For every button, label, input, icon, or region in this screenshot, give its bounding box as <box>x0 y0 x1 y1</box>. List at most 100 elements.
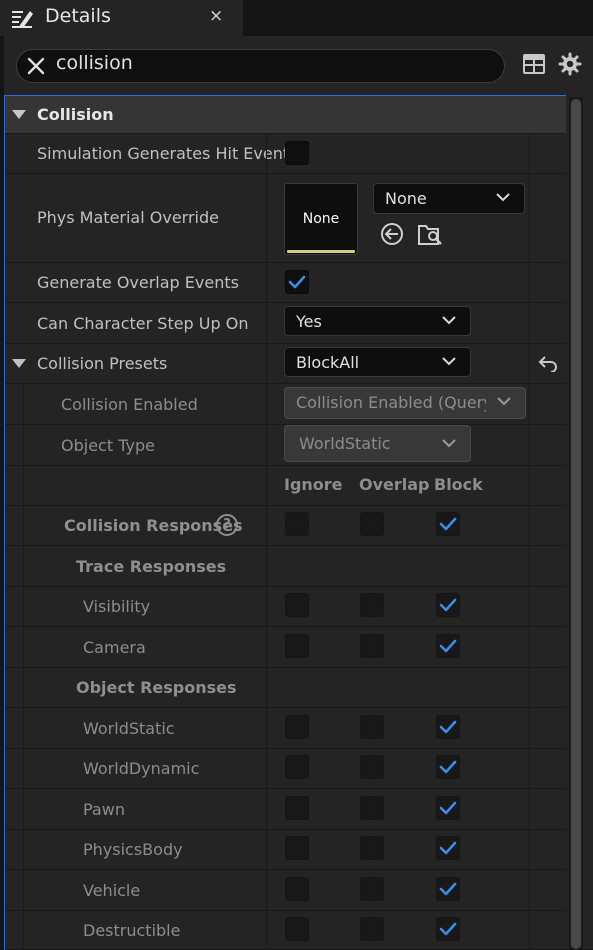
browse-asset-icon[interactable] <box>418 221 444 247</box>
checkmark-icon <box>439 760 457 774</box>
settings-gear-icon[interactable] <box>558 52 582 76</box>
checkmark-icon <box>439 922 457 936</box>
overlap-response-checkbox[interactable] <box>360 836 384 860</box>
ignore-response-checkbox[interactable] <box>285 593 309 617</box>
combo-value: None <box>385 189 427 208</box>
column-separator <box>266 134 267 950</box>
overlap-response-checkbox[interactable] <box>360 512 384 536</box>
ignore-response-checkbox[interactable] <box>285 796 309 820</box>
reset-to-default-icon[interactable] <box>538 354 558 372</box>
checkmark-icon <box>439 720 457 734</box>
tab-title: Details <box>45 5 111 27</box>
ignore-response-checkbox[interactable] <box>285 634 309 658</box>
block-response-checkbox[interactable] <box>436 593 460 617</box>
checkmark-icon <box>439 882 457 896</box>
response-label: Destructible <box>83 921 181 940</box>
search-box[interactable]: collision <box>16 49 505 83</box>
combo-value: BlockAll <box>296 353 360 372</box>
trace-responses-label: Trace Responses <box>76 557 227 576</box>
property-matrix-grid-icon[interactable] <box>522 52 546 76</box>
prop-label: Collision Presets <box>37 354 168 373</box>
checkmark-icon <box>439 639 457 653</box>
block-response-checkbox[interactable] <box>436 917 460 941</box>
ignore-response-checkbox[interactable] <box>285 877 309 901</box>
overlap-column-header: Overlap <box>359 475 430 494</box>
step-up-dropdown[interactable]: Yes <box>284 306 471 336</box>
clear-search-icon[interactable] <box>26 56 46 76</box>
response-label: WorldDynamic <box>83 759 200 778</box>
overlap-events-checkbox[interactable] <box>285 270 309 294</box>
sim-hit-events-checkbox[interactable] <box>285 141 309 165</box>
response-label: Pawn <box>83 800 125 819</box>
overlap-response-checkbox[interactable] <box>360 715 384 739</box>
block-column-header: Block <box>434 475 483 494</box>
block-response-checkbox[interactable] <box>436 512 460 536</box>
ignore-column-header: Ignore <box>284 475 343 494</box>
prop-label: Simulation Generates Hit Events <box>37 144 298 163</box>
help-icon[interactable]: ? <box>216 514 238 536</box>
response-label: Visibility <box>83 597 151 616</box>
chevron-down-icon <box>497 397 511 406</box>
combo-value: Collision Enabled (Query ar <box>296 393 486 412</box>
asset-type-color-bar <box>287 250 355 253</box>
phys-material-dropdown[interactable]: None <box>373 183 525 214</box>
category-label: Collision <box>37 105 114 124</box>
response-label: Vehicle <box>83 881 141 900</box>
overlap-response-checkbox[interactable] <box>360 796 384 820</box>
overlap-response-checkbox[interactable] <box>360 877 384 901</box>
tab-close-button[interactable]: × <box>209 6 223 26</box>
prop-label: Generate Overlap Events <box>37 273 239 292</box>
overlap-response-checkbox[interactable] <box>360 917 384 941</box>
column-separator <box>529 134 530 950</box>
response-label: WorldStatic <box>83 719 175 738</box>
chevron-down-icon <box>442 316 456 325</box>
ignore-response-checkbox[interactable] <box>285 836 309 860</box>
collapse-arrow-icon[interactable] <box>12 359 26 368</box>
checkmark-icon <box>439 801 457 815</box>
collapse-arrow-icon[interactable] <box>12 110 26 119</box>
ignore-response-checkbox[interactable] <box>285 512 309 536</box>
block-response-checkbox[interactable] <box>436 796 460 820</box>
checkmark-icon <box>439 598 457 612</box>
details-tab[interactable]: Details × <box>0 0 243 36</box>
search-input[interactable]: collision <box>56 52 133 74</box>
collision-category-row[interactable]: Collision <box>5 96 566 134</box>
response-label: Camera <box>83 638 146 657</box>
block-response-checkbox[interactable] <box>436 755 460 779</box>
block-response-checkbox[interactable] <box>436 877 460 901</box>
scrollbar-thumb[interactable] <box>571 99 581 949</box>
details-pencil-icon <box>12 11 33 28</box>
prop-label: Can Character Step Up On <box>37 314 249 333</box>
checkmark-icon <box>288 275 306 289</box>
overlap-response-checkbox[interactable] <box>360 755 384 779</box>
collision-enabled-dropdown[interactable]: Collision Enabled (Query ar <box>284 387 526 419</box>
overlap-response-checkbox[interactable] <box>360 634 384 658</box>
prop-sim-hit-events: Simulation Generates Hit Events <box>5 134 566 174</box>
block-response-checkbox[interactable] <box>436 634 460 658</box>
checkmark-icon <box>439 841 457 855</box>
combo-value: Yes <box>296 312 322 331</box>
indent-guide <box>23 384 24 950</box>
ignore-response-checkbox[interactable] <box>285 917 309 941</box>
prop-label: Collision Enabled <box>61 395 198 414</box>
trace-responses-row: Trace Responses <box>5 546 566 587</box>
chevron-down-icon <box>496 193 510 202</box>
response-label: PhysicsBody <box>83 840 183 859</box>
object-responses-label: Object Responses <box>76 678 237 697</box>
prop-overlap-events: Generate Overlap Events <box>5 263 566 303</box>
vertical-scrollbar[interactable] <box>569 97 583 949</box>
collision-presets-dropdown[interactable]: BlockAll <box>284 347 471 377</box>
block-response-checkbox[interactable] <box>436 715 460 739</box>
prop-label: Phys Material Override <box>37 208 219 227</box>
ignore-response-checkbox[interactable] <box>285 715 309 739</box>
chevron-down-icon <box>442 439 456 448</box>
ignore-response-checkbox[interactable] <box>285 755 309 779</box>
checkmark-icon <box>439 517 457 531</box>
phys-material-thumbnail[interactable]: None <box>284 183 358 255</box>
object-responses-row: Object Responses <box>5 668 566 708</box>
combo-value: WorldStatic <box>299 434 391 453</box>
overlap-response-checkbox[interactable] <box>360 593 384 617</box>
object-type-dropdown[interactable]: WorldStatic <box>284 425 471 462</box>
use-selected-asset-icon[interactable] <box>380 222 404 246</box>
block-response-checkbox[interactable] <box>436 836 460 860</box>
